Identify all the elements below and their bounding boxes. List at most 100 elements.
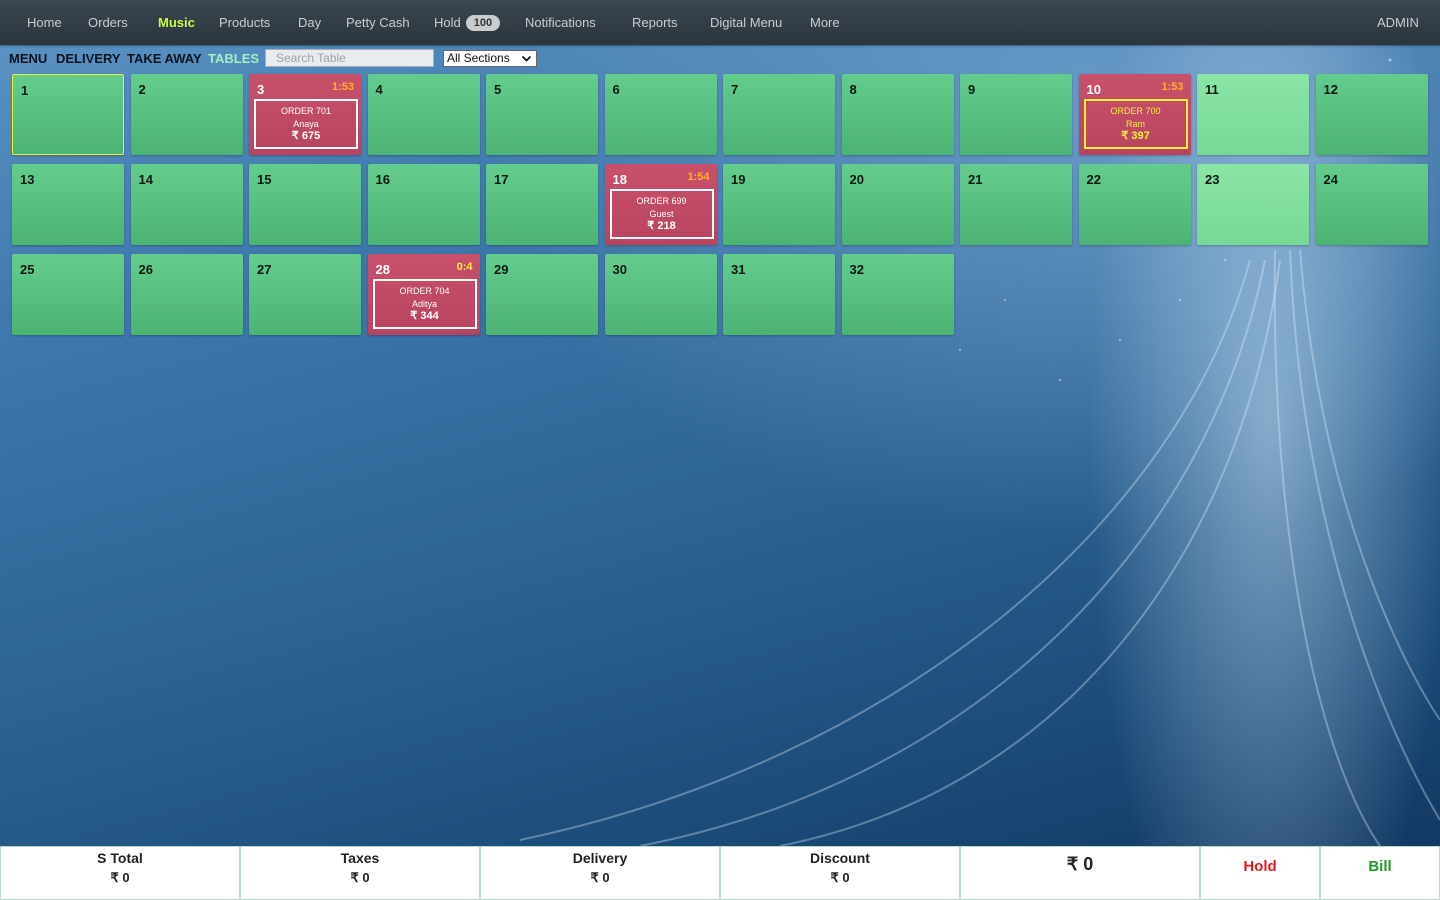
order-summary[interactable]: ORDER 701 Anaya ₹ 675 [254,99,358,149]
customer-name: Anaya [293,118,319,129]
table-number: 1 [21,83,29,98]
order-summary[interactable]: ORDER 700 Ram ₹ 397 [1083,99,1188,149]
order-number: ORDER 704 [399,286,450,296]
discount-cell[interactable]: Discount ₹ 0 [720,846,960,900]
subtotal-cell: S Total ₹ 0 [0,846,240,900]
order-summary[interactable]: ORDER 699 Guest ₹ 218 [609,189,714,239]
nav-digital-menu[interactable]: Digital Menu [710,0,782,45]
nav-day[interactable]: Day [298,0,321,45]
table-card-28[interactable]: 28 0:4 ORDER 704 Aditya ₹ 344 [367,254,480,335]
hold-count-badge: 100 [465,15,501,31]
bill-button-label: Bill [1368,858,1392,875]
table-number: 31 [731,262,746,277]
nav-reports[interactable]: Reports [632,0,678,45]
table-number: 29 [494,262,509,277]
table-card-25[interactable]: 25 [12,254,124,335]
delivery-cell: Delivery ₹ 0 [480,846,720,900]
table-elapsed-time: 0:4 [456,261,473,273]
table-card-31[interactable]: 31 [723,254,835,335]
table-number: 3 [257,82,265,97]
customer-name: Aditya [411,298,437,309]
table-card-30[interactable]: 30 [604,254,717,335]
discount-label: Discount [810,850,870,866]
table-number: 2 [138,82,146,97]
table-number: 25 [20,262,35,277]
table-card-6[interactable]: 6 [604,74,717,155]
discount-value: ₹ 0 [830,870,850,885]
table-card-24[interactable]: 24 [1315,164,1428,245]
table-card-11[interactable]: 11 [1197,74,1309,155]
tab-tables[interactable]: TABLES [208,51,259,66]
nav-notifications[interactable]: Notifications [525,0,596,45]
table-card-5[interactable]: 5 [486,74,598,155]
table-card-2[interactable]: 2 [130,74,243,155]
table-card-17[interactable]: 17 [486,164,598,245]
hold-button-label: Hold [1243,858,1277,875]
table-number: 16 [375,172,390,187]
nav-products[interactable]: Products [219,0,270,45]
subtotal-value: ₹ 0 [110,870,130,885]
user-menu[interactable]: ADMIN [1377,0,1419,45]
order-number: ORDER 701 [280,106,332,116]
order-type-bar: MENU DELIVERY TAKE AWAY TABLES [0,45,1440,71]
table-card-7[interactable]: 7 [723,74,835,155]
table-card-10[interactable]: 10 1:53 ORDER 700 Ram ₹ 397 [1078,74,1191,155]
customer-name: Guest [649,208,674,219]
tab-take-away[interactable]: TAKE AWAY [127,51,202,66]
taxes-label: Taxes [340,850,380,866]
grand-total-cell: ₹ 0 [960,846,1200,900]
table-card-15[interactable]: 15 [249,164,361,245]
table-card-22[interactable]: 22 [1078,164,1191,245]
table-card-1[interactable]: 1 [12,74,124,155]
customer-name: Ram [1125,118,1145,129]
table-card-3[interactable]: 3 1:53 ORDER 701 Anaya ₹ 675 [249,74,361,155]
delivery-value: ₹ 0 [590,870,610,885]
order-summary[interactable]: ORDER 704 Aditya ₹ 344 [372,279,477,329]
table-number: 21 [968,172,983,187]
table-card-32[interactable]: 32 [841,254,954,335]
order-number: ORDER 699 [636,196,687,206]
order-number: ORDER 700 [1110,106,1161,116]
nav-petty-cash[interactable]: Petty Cash [346,0,410,45]
table-card-23[interactable]: 23 [1197,164,1309,245]
table-card-13[interactable]: 13 [12,164,124,245]
table-card-18[interactable]: 18 1:54 ORDER 699 Guest ₹ 218 [604,164,717,245]
bill-button[interactable]: Bill [1320,846,1440,900]
tab-menu[interactable]: MENU [9,51,47,66]
table-number: 24 [1323,172,1338,187]
table-card-9[interactable]: 9 [960,74,1072,155]
table-card-16[interactable]: 16 [367,164,480,245]
table-number: 14 [138,172,153,187]
nav-orders[interactable]: Orders [88,0,128,45]
table-card-21[interactable]: 21 [960,164,1072,245]
order-amount: ₹ 675 [291,130,321,142]
order-amount: ₹ 218 [647,220,676,232]
table-card-14[interactable]: 14 [130,164,243,245]
order-amount: ₹ 344 [410,310,439,322]
table-card-29[interactable]: 29 [486,254,598,335]
table-card-4[interactable]: 4 [367,74,480,155]
table-number: 15 [257,172,272,187]
table-number: 27 [257,262,272,277]
taxes-cell: Taxes ₹ 0 [240,846,480,900]
nav-home[interactable]: Home [27,0,62,45]
table-card-20[interactable]: 20 [841,164,954,245]
search-table-input[interactable] [265,49,434,67]
table-card-26[interactable]: 26 [130,254,243,335]
table-card-19[interactable]: 19 [723,164,835,245]
nav-more[interactable]: More [810,0,840,45]
table-card-12[interactable]: 12 [1315,74,1428,155]
hold-button[interactable]: Hold [1200,846,1320,900]
table-card-27[interactable]: 27 [249,254,361,335]
table-number: 26 [138,262,153,277]
table-number: 13 [20,172,35,187]
nav-music[interactable]: Music [158,0,195,45]
grand-total-value: ₹ 0 [1066,854,1094,874]
table-card-8[interactable]: 8 [841,74,954,155]
table-elapsed-time: 1:53 [1161,81,1184,93]
table-number: 4 [375,82,383,97]
table-number: 32 [849,262,864,277]
section-select[interactable]: All Sections [443,50,537,67]
tab-delivery[interactable]: DELIVERY [56,51,121,66]
nav-hold[interactable]: Hold 100 [434,0,501,45]
